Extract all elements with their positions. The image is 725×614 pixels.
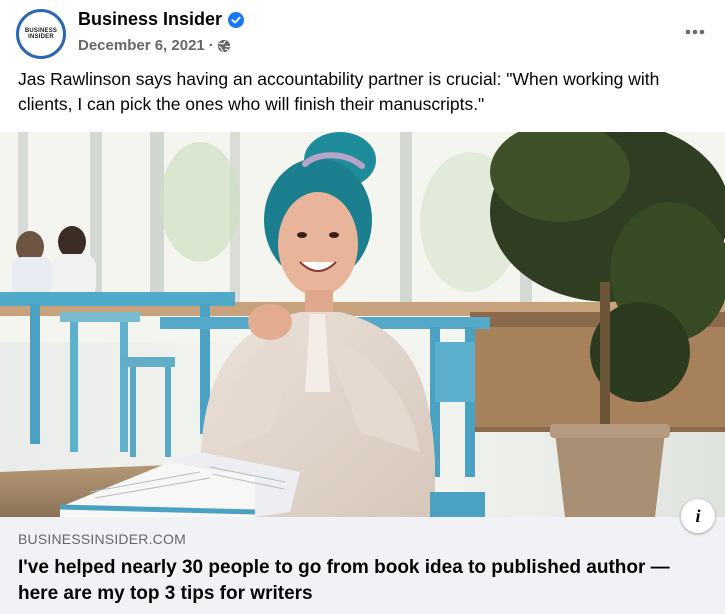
post-photo[interactable] <box>0 132 725 517</box>
page-name-link[interactable]: Business Insider <box>78 9 222 30</box>
post-caption: Jas Rawlinson says having an accountabil… <box>18 69 660 114</box>
more-options-button[interactable] <box>683 20 707 44</box>
photo-illustration <box>0 132 725 517</box>
more-options-icon <box>685 29 705 35</box>
avatar-logo-line2: INSIDER <box>28 34 54 40</box>
link-headline[interactable]: I've helped nearly 30 people to go from … <box>18 555 713 607</box>
info-icon[interactable]: i <box>681 499 715 533</box>
page-name-row: Business Insider <box>78 9 245 30</box>
post-meta: December 6, 2021 · <box>78 37 231 54</box>
post-date-link[interactable]: December 6, 2021 <box>78 37 205 54</box>
link-domain: BUSINESSINSIDER.COM <box>18 531 186 547</box>
link-preview[interactable]: BUSINESSINSIDER.COM I've helped nearly 3… <box>0 517 725 614</box>
post-header: BUSINESS INSIDER Business Insider Decemb… <box>0 0 725 64</box>
avatar-logo-text: BUSINESS INSIDER <box>25 28 57 41</box>
verified-badge-icon <box>228 11 245 28</box>
meta-separator: · <box>208 37 214 54</box>
page-avatar[interactable]: BUSINESS INSIDER <box>16 9 66 59</box>
globe-icon[interactable] <box>217 39 231 53</box>
